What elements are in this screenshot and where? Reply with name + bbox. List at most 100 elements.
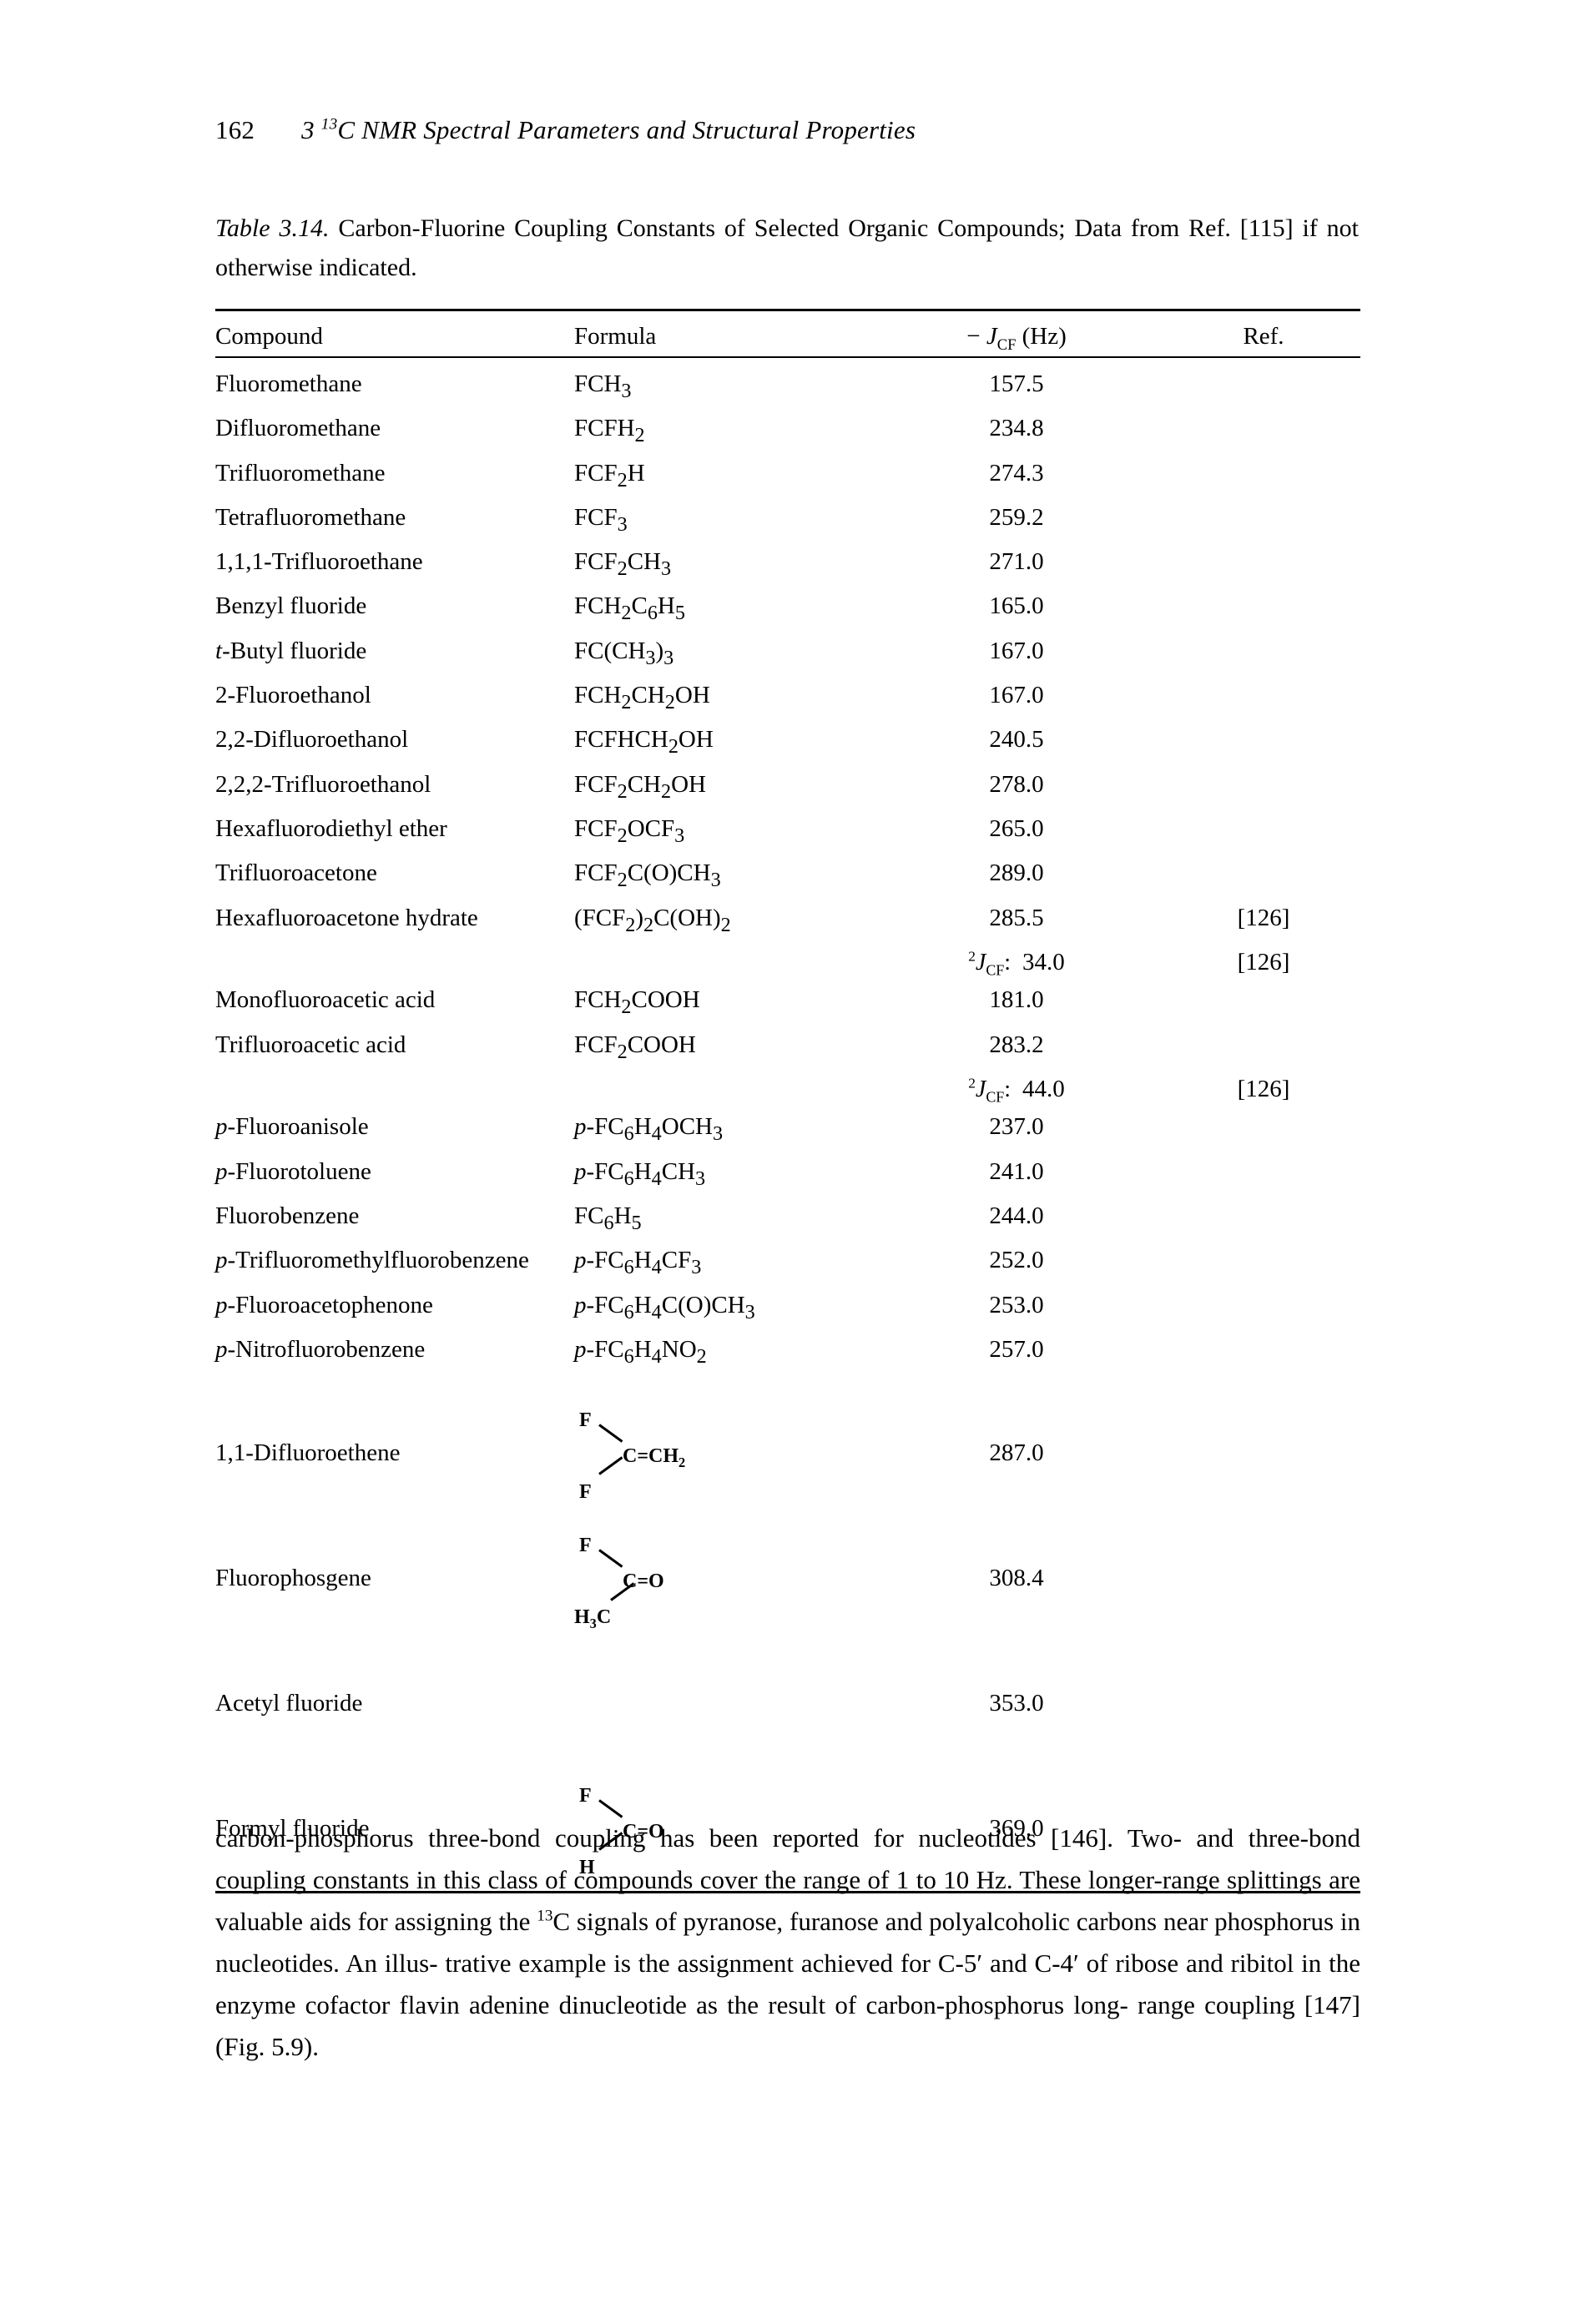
cell-compound: Trifluoroacetic acid (215, 1031, 406, 1058)
cell-formula: FCF2OCF3 (574, 814, 685, 847)
table-row-structure: Acetyl fluoride 353.0 (215, 1641, 1360, 1766)
paragraph-line-5: trative example is the assignment achiev… (445, 1948, 1361, 1978)
cell-coupling-value: 165.0 (989, 592, 1044, 620)
table-row-secondary-coupling: 2JCF: 34.0 [126] (215, 944, 1360, 982)
table-row: t-Butyl fluoride FC(CH3)3 167.0 (215, 633, 1360, 677)
cell-formula: FCF3 (574, 503, 628, 536)
cell-coupling-value: 287.0 (989, 1439, 1044, 1466)
cell-formula: FCF2COOH (574, 1031, 696, 1063)
table-row: p-Fluoroanisole p-FC6H4OCH3 237.0 (215, 1108, 1360, 1152)
cell-formula: FCH2C6H5 (574, 592, 685, 625)
cell-formula: FCH2COOH (574, 986, 700, 1019)
cell-coupling-value: 285.5 (989, 904, 1044, 931)
cell-formula: FCF2H (574, 459, 645, 492)
table-row: 1,1,1-Trifluoroethane FCF2CH3 271.0 (215, 543, 1360, 587)
cell-formula: p-FC6H4OCH3 (574, 1113, 724, 1146)
cell-formula: FCFH2 (574, 415, 645, 447)
header-j-letter: J (986, 323, 997, 350)
cell-formula: FCF2C(O)CH3 (574, 860, 721, 892)
book-page: 162 3 13 C NMR Spectral Parameters and Str… (0, 0, 1569, 2324)
table-row: p-Trifluoromethylfluorobenzene p-FC6H4CF3… (215, 1242, 1360, 1286)
bond-line-lower (598, 1456, 623, 1475)
header-ref: Ref. (1243, 323, 1284, 350)
cell-compound: 2-Fluoroethanol (215, 682, 371, 709)
cell-coupling-value: 181.0 (989, 986, 1044, 1014)
header-j-symbol: JCF (986, 323, 1017, 353)
cell-structure (574, 1641, 866, 1766)
secondary-coupling-label: 2JCF: (968, 948, 1012, 979)
cell-coupling-value: 257.0 (989, 1335, 1044, 1363)
running-head-text: C NMR Spectral Parameters and Structural… (337, 115, 916, 144)
cell-ref: [126] (1237, 1075, 1290, 1102)
atom-label-bottom-left: F (579, 1481, 592, 1504)
cell-coupling-value: 167.0 (989, 637, 1044, 664)
cell-coupling-value: 244.0 (989, 1202, 1044, 1230)
cell-compound: Benzyl fluoride (215, 592, 367, 620)
cell-compound: 2,2,2-Trifluoroethanol (215, 770, 431, 798)
header-j-subscript: CF (996, 335, 1017, 354)
table-row-secondary-coupling: 2JCF: 44.0 [126] (215, 1071, 1360, 1109)
table-row: p-Fluoroacetophenone p-FC6H4C(O)CH3 253.0 (215, 1287, 1360, 1331)
cell-compound: Hexafluoroacetone hydrate (215, 904, 478, 931)
table-row: Trifluoroacetic acid FCF2COOH 283.2 (215, 1026, 1360, 1071)
cell-compound: Trifluoromethane (215, 459, 386, 486)
header-coupling-constant: − JCF (Hz) (866, 311, 1167, 353)
table-row: Monofluoroacetic acid FCH2COOH 181.0 (215, 981, 1360, 1026)
body-paragraph: carbon-phosphorus three-bond coupling ha… (215, 1817, 1360, 2068)
cell-compound: Trifluoroacetone (215, 860, 377, 887)
atom-label-top-left: F (579, 1535, 592, 1557)
table-row: Benzyl fluoride FCH2C6H5 165.0 (215, 587, 1360, 632)
page-folio: 162 (215, 115, 255, 144)
paragraph-isotope-superscript: 13 (537, 1907, 553, 1925)
cell-coupling-value: 252.0 (989, 1247, 1044, 1274)
cell-structure: F H3C C=O (574, 1515, 866, 1641)
cell-formula: FCH3 (574, 371, 632, 402)
table-caption-label: Table 3.14. (215, 214, 330, 242)
table-row: Fluorobenzene FC6H5 244.0 (215, 1197, 1360, 1242)
cell-structure: F F C=CH2 (574, 1390, 866, 1515)
cell-coupling-value: 237.0 (989, 1113, 1044, 1141)
cell-compound: Difluoromethane (215, 415, 381, 442)
table-row: 2-Fluoroethanol FCH2CH2OH 167.0 (215, 677, 1360, 721)
cell-compound: 2,2-Difluoroethanol (215, 726, 409, 754)
paragraph-line-6: enzyme cofactor flavin adenine dinucleot… (215, 1990, 1128, 2019)
cell-compound: Hexafluorodiethyl ether (215, 814, 447, 842)
table-row-structure: Fluorophosgene F H3C C=O 308.4 (215, 1515, 1360, 1641)
cell-compound: p-Fluoroanisole (215, 1113, 369, 1141)
cell-compound: p-Fluorotoluene (215, 1157, 371, 1185)
secondary-coupling-label: 2JCF: (968, 1075, 1012, 1106)
cell-coupling-value: 240.5 (989, 726, 1044, 754)
cell-coupling-value: 167.0 (989, 682, 1044, 709)
cell-coupling-value: 283.2 (989, 1031, 1044, 1058)
paragraph-line-1: carbon-phosphorus three-bond coupling ha… (215, 1823, 1182, 1853)
atom-label-top-left: F (579, 1409, 592, 1432)
cell-formula: FCF2CH2OH (574, 770, 706, 803)
header-units: (Hz) (1022, 323, 1067, 350)
cell-coupling-value: 274.3 (989, 459, 1044, 486)
cell-formula: FCF2CH3 (574, 548, 672, 580)
atom-label-center: C=CH2 (623, 1445, 686, 1471)
bond-line-upper (598, 1799, 623, 1818)
cell-compound: p-Fluoroacetophenone (215, 1291, 433, 1318)
cell-compound: Fluoromethane (215, 371, 362, 397)
cell-coupling-value: 353.0 (989, 1689, 1044, 1717)
header-minus-sign: − (966, 323, 981, 350)
cell-compound: 1,1-Difluoroethene (215, 1439, 401, 1466)
paragraph-line-3b: C signals of (552, 1907, 677, 1936)
cell-compound: Fluorobenzene (215, 1202, 360, 1230)
chapter-number: 3 (301, 115, 315, 144)
cell-coupling-value: 271.0 (989, 548, 1044, 576)
cell-compound: 1,1,1-Trifluoroethane (215, 548, 423, 576)
atom-label-top-left: F (579, 1785, 592, 1807)
cell-ref: [126] (1237, 904, 1290, 931)
cell-formula: p-FC6H4CF3 (574, 1247, 702, 1279)
table-row: p-Nitrofluorobenzene p-FC6H4NO2 257.0 (215, 1331, 1360, 1375)
cell-coupling-value: 2JCF: 44.0 (968, 1075, 1065, 1106)
table-row: Trifluoroacetone FCF2C(O)CH3 289.0 (215, 854, 1360, 899)
cell-coupling-value: 2JCF: 34.0 (968, 948, 1065, 979)
table-row-structure: 1,1-Difluoroethene F F C=CH2 287.0 (215, 1390, 1360, 1515)
cell-compound: p-Nitrofluorobenzene (215, 1335, 426, 1363)
cell-formula: p-FC6H4NO2 (574, 1335, 707, 1368)
table-caption: Table 3.14. Carbon-Fluorine Coupling Con… (215, 209, 1359, 287)
cell-formula: FC(CH3)3 (574, 637, 674, 669)
